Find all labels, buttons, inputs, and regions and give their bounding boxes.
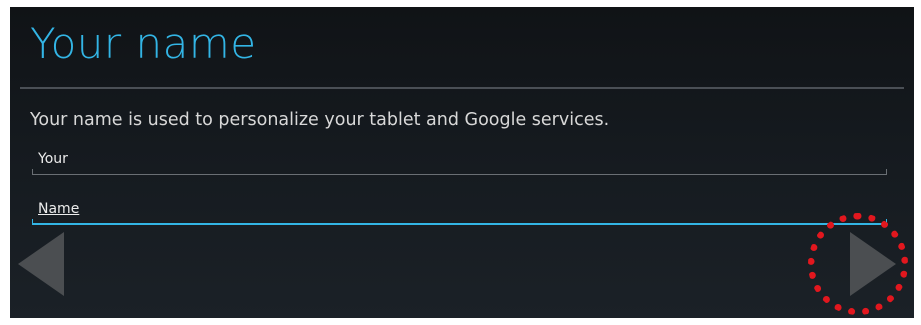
title-divider bbox=[20, 87, 904, 89]
first-name-value: Your bbox=[38, 151, 68, 167]
page-title: Your name bbox=[30, 19, 257, 68]
last-name-underline bbox=[32, 219, 887, 225]
first-name-underline bbox=[32, 169, 887, 175]
first-name-field[interactable]: Your bbox=[32, 147, 887, 175]
setup-screen: Your name Your name is used to personali… bbox=[10, 7, 914, 318]
triangle-right-icon bbox=[850, 232, 896, 296]
triangle-left-icon bbox=[18, 232, 64, 296]
page-description: Your name is used to personalize your ta… bbox=[30, 110, 610, 130]
back-button[interactable] bbox=[18, 232, 68, 296]
next-button[interactable] bbox=[848, 232, 898, 296]
last-name-value: Name bbox=[38, 201, 80, 217]
last-name-field[interactable]: Name bbox=[32, 197, 887, 225]
